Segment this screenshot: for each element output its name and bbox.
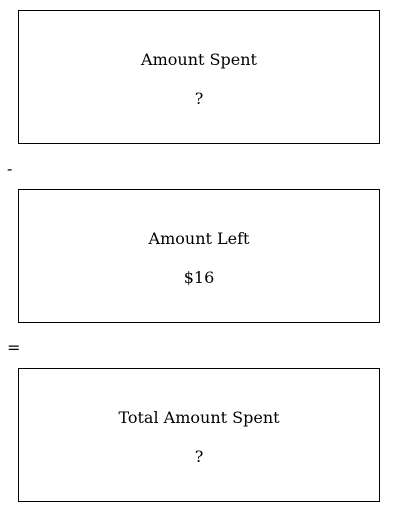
total-amount-spent-label: Total Amount Spent: [118, 408, 280, 427]
amount-spent-label: Amount Spent: [141, 50, 257, 69]
amount-left-box: Amount Left $16: [18, 189, 380, 323]
amount-left-value: $16: [183, 268, 215, 287]
equals-operator: =: [7, 338, 21, 357]
total-amount-spent-value: ?: [194, 447, 204, 466]
amount-spent-box: Amount Spent ?: [18, 10, 380, 144]
amount-spent-value: ?: [194, 89, 204, 108]
total-amount-spent-box: Total Amount Spent ?: [18, 368, 380, 502]
amount-left-label: Amount Left: [148, 229, 250, 248]
minus-operator: -: [7, 159, 13, 178]
